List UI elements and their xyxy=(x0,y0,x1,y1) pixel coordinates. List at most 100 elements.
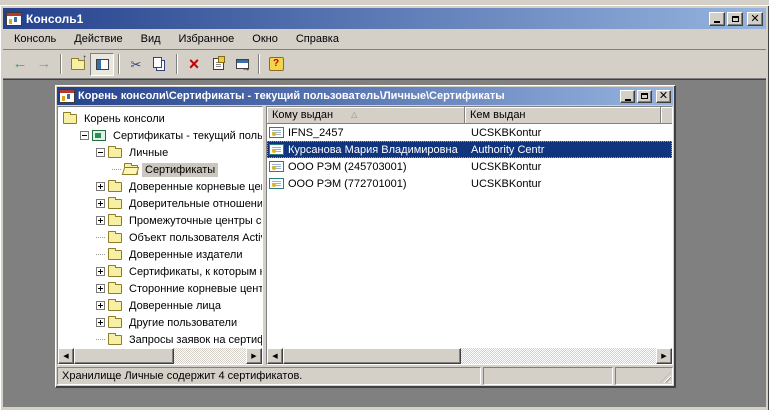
console-tree: Корень консолиСертификаты - текущий поль… xyxy=(58,107,262,348)
tree-item[interactable]: Сертификаты, к которым нет доверия xyxy=(58,263,262,280)
maximize-button[interactable] xyxy=(727,12,743,26)
forward-arrow-button[interactable] xyxy=(32,53,56,76)
tree-item[interactable]: Сертификаты - текущий пользователь xyxy=(58,127,262,144)
tree-item[interactable]: Доверенные корневые центры сертификации xyxy=(58,178,262,195)
mmc-main-window: Консоль1 ✕ КонсольДействиеВидИзбранноеОк… xyxy=(0,5,769,410)
tree-item[interactable]: Доверительные отношения в предприятии xyxy=(58,195,262,212)
folder-icon xyxy=(108,301,122,311)
properties-button[interactable] xyxy=(206,53,230,76)
column-header[interactable]: Кем выдан xyxy=(465,107,661,124)
copy-button[interactable] xyxy=(148,53,172,76)
export-list-button[interactable] xyxy=(230,53,254,76)
tree-item-label: Личные xyxy=(126,146,171,160)
expand-icon[interactable] xyxy=(96,199,105,208)
menu-item[interactable]: Окно xyxy=(243,30,287,48)
column-header-label: Кому выдан xyxy=(272,109,333,121)
scrollbar-thumb[interactable] xyxy=(283,348,461,364)
child-titlebar[interactable]: Корень консоли\Сертификаты - текущий пол… xyxy=(57,87,673,105)
certificate-row[interactable]: ООО РЭМ (772701001) UCSKBKontur xyxy=(267,175,672,192)
expand-icon[interactable] xyxy=(96,301,105,310)
child-close-button[interactable]: ✕ xyxy=(656,90,671,103)
tree-item[interactable]: Другие пользователи xyxy=(58,314,262,331)
certificate-row[interactable]: Курсанова Мария ВладимировнаAuthority Ce… xyxy=(267,141,672,158)
menu-item[interactable]: Консоль xyxy=(5,30,65,48)
tree-item[interactable]: Сертификаты xyxy=(58,161,262,178)
menu-item[interactable]: Действие xyxy=(65,30,131,48)
list-horizontal-scrollbar[interactable]: ◀ ▶ xyxy=(267,348,672,364)
tree-connector xyxy=(96,339,105,340)
folder-icon xyxy=(71,60,85,70)
tree-expander-slot[interactable] xyxy=(94,284,107,293)
tree-connector xyxy=(96,237,105,238)
child-window-title: Корень консоли\Сертификаты - текущий пол… xyxy=(78,90,617,102)
tree-item[interactable]: Доверенные лица xyxy=(58,297,262,314)
column-header[interactable]: Кому выдан △ xyxy=(267,107,465,124)
tree-item[interactable]: Сторонние корневые центры сертификации xyxy=(58,280,262,297)
resize-grip[interactable] xyxy=(660,372,671,383)
tree-expander-slot[interactable] xyxy=(78,131,91,140)
menu-item[interactable]: Справка xyxy=(287,30,348,48)
expand-icon[interactable] xyxy=(96,318,105,327)
issued-to-cell: IFNS_2457 xyxy=(267,127,465,139)
main-titlebar[interactable]: Консоль1 ✕ xyxy=(3,8,766,29)
issued-by-cell: Authority Centr xyxy=(465,144,672,156)
scrollbar-thumb[interactable] xyxy=(74,348,174,364)
up-one-level-button[interactable] xyxy=(66,53,90,76)
menu-item[interactable]: Избранное xyxy=(170,30,244,48)
tree-indent xyxy=(58,135,78,136)
certificate-icon xyxy=(269,161,284,172)
delete-button[interactable] xyxy=(182,53,206,76)
scroll-right-button[interactable]: ▶ xyxy=(656,348,672,364)
scroll-right-button[interactable]: ▶ xyxy=(246,348,262,364)
expand-icon[interactable] xyxy=(96,216,105,225)
tree-indent xyxy=(58,254,94,255)
help-icon xyxy=(269,57,284,71)
tree-horizontal-scrollbar[interactable]: ◀ ▶ xyxy=(58,348,262,364)
tree-item-label: Доверенные издатели xyxy=(126,248,245,262)
help-button[interactable] xyxy=(264,53,288,76)
expand-icon[interactable] xyxy=(96,267,105,276)
status-message: Хранилище Личные содержит 4 сертификатов… xyxy=(57,367,481,385)
tree-expander-slot[interactable] xyxy=(94,148,107,157)
expand-icon[interactable] xyxy=(96,284,105,293)
child-maximize-button[interactable] xyxy=(637,90,652,103)
cut-button[interactable] xyxy=(124,53,148,76)
collapse-icon[interactable] xyxy=(80,131,89,140)
tree-item[interactable]: Запросы заявок на сертификат xyxy=(58,331,262,348)
show-hide-tree-button[interactable] xyxy=(90,53,114,76)
show-hide-tree-icon xyxy=(96,59,109,70)
close-button[interactable]: ✕ xyxy=(747,12,763,26)
expand-icon[interactable] xyxy=(96,182,105,191)
back-arrow-button[interactable] xyxy=(8,53,32,76)
scroll-left-button[interactable]: ◀ xyxy=(58,348,74,364)
certificate-row[interactable]: IFNS_2457UCSKBKontur xyxy=(267,124,672,141)
tree-item-label: Объект пользователя Active Directory xyxy=(126,231,262,245)
tree-expander-slot[interactable] xyxy=(94,216,107,225)
issued-by-cell: UCSKBKontur xyxy=(465,178,672,190)
minimize-button[interactable] xyxy=(709,12,725,26)
tree-expander-slot[interactable] xyxy=(94,318,107,327)
tree-item[interactable]: Корень консоли xyxy=(58,110,262,127)
scroll-left-button[interactable]: ◀ xyxy=(267,348,283,364)
tree-item[interactable]: Объект пользователя Active Directory xyxy=(58,229,262,246)
menu-item[interactable]: Вид xyxy=(132,30,170,48)
collapse-icon[interactable] xyxy=(96,148,105,157)
tree-expander-slot[interactable] xyxy=(94,199,107,208)
tree-expander-slot[interactable] xyxy=(94,182,107,191)
tree-item[interactable]: Промежуточные центры сертификации xyxy=(58,212,262,229)
column-header[interactable] xyxy=(661,107,672,124)
toolbar-separator xyxy=(258,54,260,74)
tree-item[interactable]: Личные xyxy=(58,144,262,161)
issued-to-label: ООО РЭМ (772701001) xyxy=(288,178,407,190)
certificate-row[interactable]: ООО РЭМ (245703001)UCSKBKontur xyxy=(267,158,672,175)
tree-expander-slot[interactable] xyxy=(94,301,107,310)
copy-icon xyxy=(153,57,162,68)
child-minimize-button[interactable] xyxy=(620,90,635,103)
tree-item[interactable]: Доверенные издатели xyxy=(58,246,262,263)
tree-expander-slot xyxy=(110,169,123,170)
tree-item-label: Доверенные корневые центры сертификации xyxy=(126,180,262,194)
folder-icon xyxy=(108,233,122,243)
sort-ascending-icon: △ xyxy=(351,111,357,119)
certificate-icon xyxy=(269,127,284,138)
tree-expander-slot[interactable] xyxy=(94,267,107,276)
